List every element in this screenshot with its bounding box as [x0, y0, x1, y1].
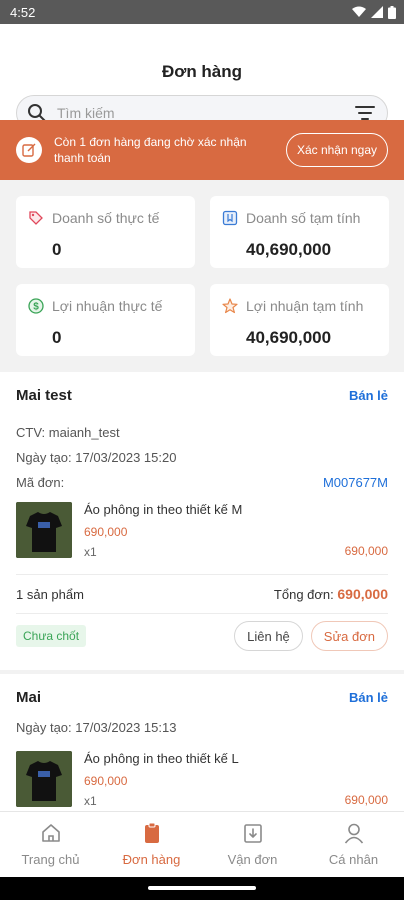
contact-button[interactable]: Liên hệ	[234, 621, 303, 651]
order-code-label: Mã đơn:	[16, 475, 65, 490]
edit-order-button[interactable]: Sửa đơn	[310, 621, 388, 651]
stat-label: Lợi nhuận thực tế	[52, 298, 163, 314]
star-icon	[222, 298, 238, 314]
status-time: 4:52	[10, 4, 36, 20]
product-quantity: x1	[84, 545, 97, 559]
order-customer-name: Mai test	[16, 386, 72, 404]
product-name: Áo phông in theo thiết kế M	[84, 502, 243, 517]
stat-label: Doanh số thực tế	[52, 210, 160, 226]
tab-label: Trang chủ	[21, 852, 80, 867]
delivery-icon	[243, 824, 262, 843]
tab-profile[interactable]: Cá nhân	[303, 812, 404, 877]
product-price: 690,000	[84, 774, 128, 788]
stat-label: Lợi nhuận tạm tính	[246, 298, 364, 314]
tab-label: Đơn hàng	[122, 852, 181, 867]
home-gesture-bar[interactable]	[148, 886, 256, 890]
order-total-value: 690,000	[337, 586, 388, 602]
clipboard-icon	[144, 822, 159, 843]
user-icon	[344, 823, 363, 844]
order-customer-name: Mai	[16, 688, 42, 706]
tab-label: Cá nhân	[328, 852, 379, 867]
product-quantity: x1	[84, 794, 97, 808]
product-name: Áo phông in theo thiết kế L	[84, 751, 239, 766]
stat-actual-sales[interactable]: Doanh số thực tế 0	[16, 196, 195, 268]
status-badge: Chưa chốt	[16, 625, 87, 647]
dollar-icon: $	[28, 298, 44, 314]
signal-icon	[371, 6, 383, 18]
stat-value: 40,690,000	[246, 240, 332, 259]
pending-payment-banner: Còn 1 đơn hàng đang chờ xác nhận thanh t…	[0, 120, 404, 180]
order-created-date: Ngày tạo: 17/03/2023 15:13	[16, 720, 177, 735]
bottom-tab-bar: Trang chủ Đơn hàng Vận đơn Cá nhân	[0, 811, 404, 877]
tab-label: Vận đơn	[227, 852, 278, 867]
stat-actual-profit[interactable]: $ Lợi nhuận thực tế 0	[16, 284, 195, 356]
order-card[interactable]: Mai test Bán lẻ CTV: maianh_test Ngày tạ…	[0, 372, 404, 670]
product-thumbnail	[16, 502, 72, 558]
order-ctv: CTV: maianh_test	[16, 425, 120, 440]
confirm-now-button[interactable]: Xác nhận ngay	[285, 133, 388, 167]
order-product[interactable]: Áo phông in theo thiết kế L 690,000 x1 6…	[16, 751, 388, 808]
battery-icon	[388, 5, 396, 19]
product-price: 690,000	[84, 525, 128, 539]
product-thumbnail	[16, 751, 72, 807]
tag-icon	[29, 211, 43, 225]
status-bar: 4:52	[0, 0, 404, 24]
order-item-count: 1 sản phẩm	[16, 586, 84, 602]
order-type-link[interactable]: Bán lẻ	[349, 690, 388, 705]
stat-label: Doanh số tạm tính	[246, 210, 361, 226]
stat-value: 0	[52, 328, 62, 347]
search-input[interactable]: Tìm kiếm	[57, 105, 355, 121]
home-icon	[41, 824, 60, 842]
tab-orders[interactable]: Đơn hàng	[101, 812, 202, 877]
order-code[interactable]: M007677M	[323, 475, 388, 490]
order-card[interactable]: Mai Bán lẻ Ngày tạo: 17/03/2023 15:13 Áo…	[0, 674, 404, 811]
bookmark-icon	[222, 210, 238, 226]
product-line-total: 690,000	[344, 544, 388, 558]
stat-estimated-sales[interactable]: Doanh số tạm tính 40,690,000	[210, 196, 389, 268]
tab-home[interactable]: Trang chủ	[0, 812, 101, 877]
order-type-link[interactable]: Bán lẻ	[349, 388, 388, 403]
order-created-date: Ngày tạo: 17/03/2023 15:20	[16, 450, 177, 465]
tab-shipping[interactable]: Vận đơn	[202, 812, 303, 877]
stat-estimated-profit[interactable]: Lợi nhuận tạm tính 40,690,000	[210, 284, 389, 356]
edit-note-icon	[16, 137, 42, 163]
svg-text:$: $	[33, 302, 39, 313]
page-title: Đơn hàng	[161, 62, 243, 81]
system-navigation-bar	[0, 877, 404, 900]
status-icons	[352, 5, 396, 19]
wifi-icon	[352, 6, 366, 17]
order-total-label: Tổng đơn:	[273, 587, 334, 602]
banner-message: Còn 1 đơn hàng đang chờ xác nhận thanh t…	[54, 135, 247, 165]
product-line-total: 690,000	[344, 793, 388, 807]
filter-icon[interactable]	[355, 105, 375, 121]
stat-value: 40,690,000	[246, 328, 332, 347]
order-product[interactable]: Áo phông in theo thiết kế M 690,000 x1 6…	[16, 502, 388, 559]
stat-value: 0	[52, 240, 62, 259]
